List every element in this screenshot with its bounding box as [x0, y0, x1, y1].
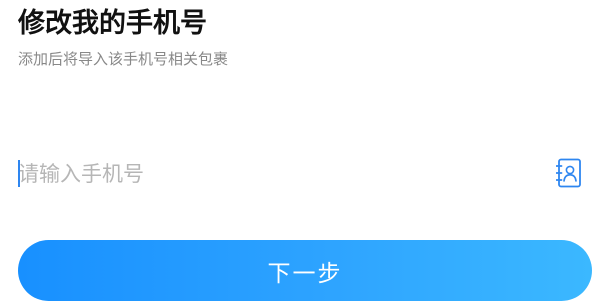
- page-subtitle: 添加后将导入该手机号相关包裹: [18, 50, 229, 68]
- next-step-button[interactable]: 下一步: [18, 240, 592, 301]
- phone-input-row: [18, 154, 590, 194]
- phone-number-input[interactable]: [18, 154, 538, 194]
- contact-book-icon[interactable]: [555, 158, 582, 188]
- text-cursor: [18, 160, 20, 187]
- page-title: 修改我的手机号: [18, 8, 207, 39]
